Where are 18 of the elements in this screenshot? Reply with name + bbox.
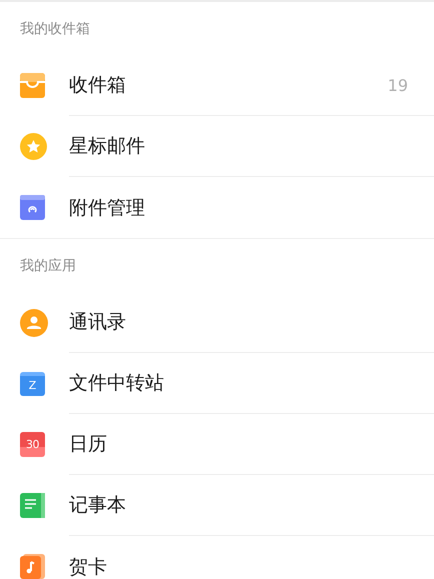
menu-item[interactable]: 日历 bbox=[69, 431, 107, 457]
menu-item[interactable]: 星标邮件 bbox=[69, 133, 145, 159]
notepad-icon bbox=[20, 493, 45, 518]
section-title: 我的收件箱 bbox=[20, 20, 90, 38]
folder-icon: Z bbox=[20, 372, 45, 396]
unread-count: 19 bbox=[388, 76, 408, 94]
menu-item[interactable]: 通讯录 bbox=[69, 309, 126, 335]
menu-item[interactable]: 记事本 bbox=[69, 492, 126, 518]
menu-item[interactable]: 收件箱 bbox=[69, 72, 126, 98]
calendar-icon: 30 bbox=[20, 432, 45, 457]
music-card-icon bbox=[20, 554, 45, 579]
contact-icon bbox=[20, 308, 48, 336]
inbox-icon bbox=[20, 73, 45, 98]
menu-item[interactable]: 文件中转站 bbox=[69, 370, 164, 396]
section-title: 我的应用 bbox=[20, 256, 76, 274]
menu-item[interactable]: 贺卡 bbox=[69, 554, 107, 579]
menu-item[interactable]: 附件管理 bbox=[69, 194, 145, 220]
attachment-icon bbox=[20, 195, 45, 220]
